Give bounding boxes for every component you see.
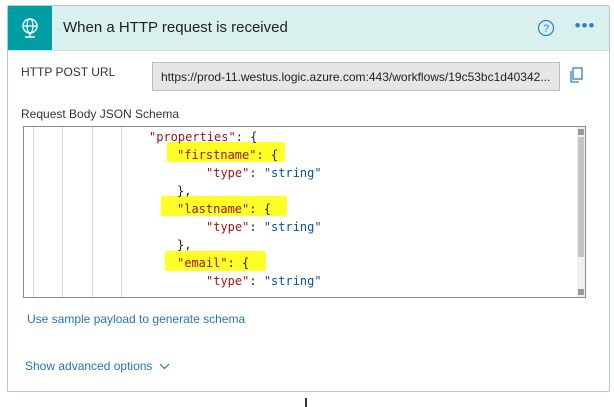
card-title: When a HTTP request is received: [63, 19, 288, 36]
url-label: HTTP POST URL: [21, 65, 116, 79]
code-line: "firstname": {: [177, 148, 279, 162]
globe-network-icon: [8, 6, 52, 50]
code-line: },: [177, 184, 192, 198]
chevron-down-icon: [160, 363, 170, 369]
code-line: "type": "string": [206, 274, 322, 288]
copy-icon[interactable]: [569, 67, 583, 83]
scroll-up-arrow[interactable]: [578, 129, 584, 135]
trigger-card: When a HTTP request is received ? ••• HT…: [7, 5, 610, 392]
svg-text:?: ?: [543, 23, 549, 35]
sample-payload-link[interactable]: Use sample payload to generate schema: [27, 312, 245, 326]
indent-guide: [62, 127, 63, 297]
help-circle-icon[interactable]: ?: [537, 19, 555, 37]
code-line: },: [177, 238, 192, 252]
scroll-thumb[interactable]: [578, 137, 584, 257]
schema-editor[interactable]: "properties": { "firstname": { "type": "…: [23, 126, 586, 298]
advanced-options-label: Show advanced options: [25, 359, 153, 373]
editor-scrollbar[interactable]: [577, 127, 585, 297]
http-post-url-field[interactable]: https://prod-11.westus.logic.azure.com:4…: [152, 62, 560, 91]
more-options-icon[interactable]: •••: [572, 16, 598, 36]
code-line: "email": {: [177, 256, 250, 270]
scroll-down-arrow[interactable]: [578, 289, 584, 295]
code-line: "properties": {: [149, 130, 258, 144]
indent-guide: [121, 127, 122, 297]
show-advanced-options-link[interactable]: Show advanced options: [25, 359, 170, 373]
indent-guide: [33, 127, 34, 297]
flow-connector: [305, 398, 307, 407]
code-line: "lastname": {: [177, 202, 271, 216]
code-line: "type": "string": [206, 166, 322, 180]
schema-label: Request Body JSON Schema: [21, 107, 180, 121]
code-line: "type": "string": [206, 220, 322, 234]
indent-guide: [92, 127, 93, 297]
card-header[interactable]: When a HTTP request is received ? •••: [8, 6, 609, 51]
